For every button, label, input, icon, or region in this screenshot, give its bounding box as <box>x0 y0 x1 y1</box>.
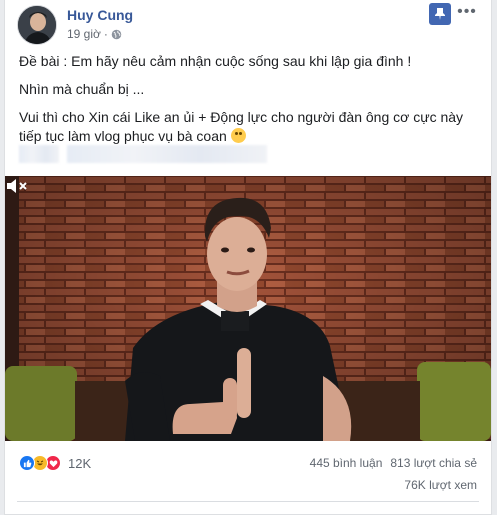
engagement-stats: 445 bình luận 813 lượt chia sẻ <box>310 456 477 470</box>
like-reaction-icon <box>19 455 35 471</box>
author-name-link[interactable]: Huy Cung <box>67 7 133 23</box>
blurred-block <box>19 145 59 163</box>
shares-count-link[interactable]: 813 lượt chia sẻ <box>390 456 477 470</box>
post-body-text: Đề bài : Em hãy nêu cảm nhận cuộc sống s… <box>19 52 481 155</box>
reactions-summary[interactable]: 12K <box>19 453 91 473</box>
post-meta: 19 giờ · <box>67 27 122 41</box>
post-paragraph: Vui thì cho Xin cái Like an ủi + Động lự… <box>19 108 481 146</box>
save-post-button[interactable] <box>429 3 451 25</box>
action-divider <box>17 501 479 502</box>
post-paragraph: Nhìn mà chuẩn bị ... <box>19 81 145 97</box>
blurred-hashtags <box>19 145 267 163</box>
post-header: Huy Cung 19 giờ · ••• <box>5 0 491 48</box>
views-count: 76K lượt xem <box>404 478 477 492</box>
bookmark-icon <box>435 8 445 20</box>
reaction-count[interactable]: 12K <box>68 456 91 471</box>
more-options-button[interactable]: ••• <box>454 2 480 24</box>
avatar-image <box>18 6 56 44</box>
blurred-block <box>67 145 267 163</box>
more-options-icon: ••• <box>457 3 477 20</box>
crying-face-emoji-icon <box>230 128 246 143</box>
post-timestamp[interactable]: 19 giờ <box>67 27 101 41</box>
globe-icon[interactable] <box>111 29 122 40</box>
video-player[interactable] <box>5 176 491 441</box>
post-paragraph: Đề bài : Em hãy nêu cảm nhận cuộc sống s… <box>19 53 412 69</box>
video-frame <box>5 176 491 441</box>
speaker-muted-icon[interactable] <box>5 176 29 196</box>
post-card: Huy Cung 19 giờ · ••• Đề bài : Em hãy nê… <box>4 0 492 515</box>
meta-separator: · <box>103 27 108 41</box>
author-avatar[interactable] <box>17 5 57 45</box>
comments-count-link[interactable]: 445 bình luận <box>310 456 383 470</box>
